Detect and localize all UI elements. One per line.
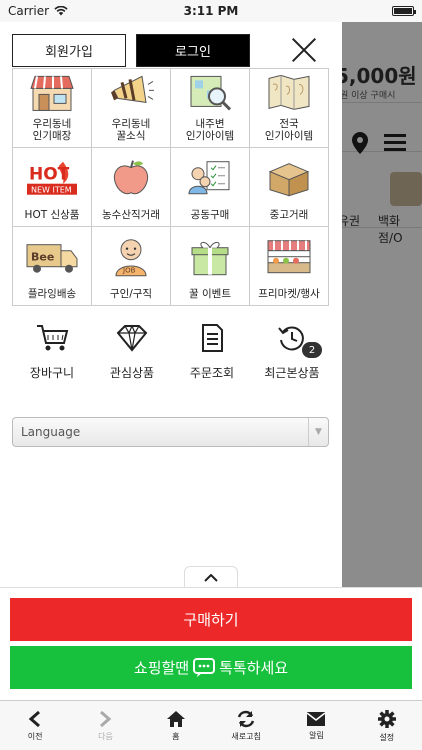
- box-icon: [268, 163, 310, 197]
- forward-arrow-icon: [100, 710, 112, 727]
- map-search-icon: [190, 75, 232, 111]
- wishlist-link[interactable]: 관심상품: [92, 322, 172, 381]
- grid-label: 공동구매: [190, 209, 230, 222]
- purchase-actions: 구매하기 쇼핑할땐 톡톡하세요: [0, 587, 422, 700]
- market-stall-icon: [267, 240, 311, 274]
- chevron-down-icon: ▼: [308, 418, 328, 446]
- tab-settings[interactable]: 설정: [352, 701, 422, 750]
- grid-label: 프리마켓/행사: [258, 288, 320, 301]
- battery-icon: [392, 6, 416, 16]
- back-arrow-icon: [28, 710, 41, 727]
- close-icon[interactable]: [290, 36, 318, 64]
- grid-label: HOT 신상품: [24, 209, 80, 222]
- shop-icon: [30, 75, 74, 111]
- orders-label: 주문조회: [189, 366, 235, 380]
- tab-refresh-label: 새로고침: [231, 731, 261, 741]
- gift-icon: [191, 241, 229, 276]
- grid-label: 구인/구직: [109, 288, 153, 301]
- join-button[interactable]: 회원가입: [12, 34, 126, 67]
- tab-home-label: 홈: [172, 731, 180, 741]
- document-icon: [202, 324, 223, 352]
- diamond-icon: [116, 324, 148, 352]
- language-placeholder: Language: [21, 425, 81, 439]
- grid-item-nearby-items[interactable]: 내주변 인기아이템: [171, 69, 250, 148]
- refresh-icon: [237, 710, 255, 727]
- tab-settings-label: 설정: [379, 732, 395, 742]
- talk-label-pre: 쇼핑할땐: [133, 659, 190, 677]
- auth-buttons: 회원가입 로그인: [12, 34, 250, 67]
- gear-icon: [377, 709, 396, 728]
- grid-label: 우리동네 인기매장: [32, 117, 72, 143]
- grid-item-jobs[interactable]: JOB 구인/구직: [92, 227, 171, 306]
- grid-label: 전국 인기아이템: [264, 117, 314, 143]
- collapse-handle[interactable]: [184, 566, 238, 588]
- svg-text:NEW ITEM: NEW ITEM: [31, 186, 72, 195]
- status-time: 3:11 PM: [183, 4, 239, 18]
- grid-label: 플라잉배송: [27, 288, 77, 301]
- talk-button[interactable]: 쇼핑할땐 톡톡하세요: [10, 646, 412, 689]
- grid-item-national-items[interactable]: 전국 인기아이템: [250, 69, 329, 148]
- language-select[interactable]: Language ▼: [12, 417, 329, 447]
- grid-item-local-stores[interactable]: 우리동네 인기매장: [13, 69, 92, 148]
- hot-new-item-icon: HOTNEW ITEM: [27, 161, 77, 195]
- grid-label: 농수산직거래: [102, 209, 160, 222]
- tab-refresh[interactable]: 새로고침: [211, 701, 281, 750]
- grid-label: 내주변 인기아이템: [185, 117, 235, 143]
- recent-label: 최근본상품: [264, 366, 320, 380]
- cart-label: 장바구니: [29, 366, 75, 380]
- tab-back[interactable]: 이전: [0, 701, 70, 750]
- cart-icon: [37, 325, 69, 351]
- world-map-icon: [268, 74, 310, 110]
- chevron-up-icon: [204, 573, 218, 582]
- wishlist-label: 관심상품: [109, 366, 155, 380]
- tab-forward[interactable]: 다음: [70, 701, 140, 750]
- grid-label: 중고거래: [269, 209, 309, 222]
- home-icon: [166, 710, 185, 727]
- mail-icon: [307, 711, 326, 726]
- chat-bubble-icon: [193, 657, 216, 677]
- tab-home[interactable]: 홈: [141, 701, 211, 750]
- grid-item-flying-delivery[interactable]: Bee 플라잉배송: [13, 227, 92, 306]
- status-bar: Carrier 3:11 PM: [0, 0, 422, 22]
- quick-links: 장바구니 관심상품 주문조회 2 최근본상품: [12, 322, 332, 381]
- grid-item-flea-market[interactable]: 프리마켓/행사: [250, 227, 329, 306]
- job-icon: JOB: [115, 239, 147, 277]
- truck-icon: Bee: [26, 244, 78, 273]
- megaphone-icon: [111, 75, 154, 103]
- svg-text:Bee: Bee: [31, 251, 54, 264]
- svg-text:JOB: JOB: [122, 267, 136, 275]
- grid-item-farm-direct[interactable]: 농수산직거래: [92, 148, 171, 227]
- recent-count-badge: 2: [302, 342, 322, 358]
- grid-item-local-news[interactable]: 우리동네 꿀소식: [92, 69, 171, 148]
- svg-text:HOT: HOT: [29, 165, 70, 185]
- tab-notice-label: 알림: [309, 730, 324, 740]
- grid-item-group-buy[interactable]: 공동구매: [171, 148, 250, 227]
- category-grid: 우리동네 인기매장 우리동네 꿀소식 내주변 인기아이템 전국 인기아이템 HOT NEW…: [12, 68, 329, 306]
- grid-label: 우리동네 꿀소식: [111, 117, 151, 143]
- side-drawer: 회원가입 로그인 우리동네 인기매장 우리동네 꿀소식 내주변 인기아이템 전국 인기아…: [0, 22, 342, 587]
- buy-button[interactable]: 구매하기: [10, 598, 412, 641]
- group-buy-icon: [188, 161, 230, 195]
- bottom-tab-bar: 이전 다음 홈 새로고침 알림 설정: [0, 700, 422, 750]
- grid-item-hot-new[interactable]: HOT NEW ITEM HOT 신상품: [13, 148, 92, 227]
- login-button[interactable]: 로그인: [136, 34, 250, 67]
- grid-item-used-trade[interactable]: 중고거래: [250, 148, 329, 227]
- grid-item-events[interactable]: 꿀 이벤트: [171, 227, 250, 306]
- talk-label-post: 톡톡하세요: [219, 659, 289, 677]
- recent-link[interactable]: 2 최근본상품: [252, 322, 332, 381]
- cart-link[interactable]: 장바구니: [12, 322, 92, 381]
- grid-label: 꿀 이벤트: [189, 288, 231, 301]
- apple-icon: [113, 160, 149, 195]
- tab-back-label: 이전: [27, 731, 43, 741]
- orders-link[interactable]: 주문조회: [172, 322, 252, 381]
- tab-forward-label: 다음: [98, 731, 113, 741]
- tab-notice[interactable]: 알림: [281, 701, 351, 750]
